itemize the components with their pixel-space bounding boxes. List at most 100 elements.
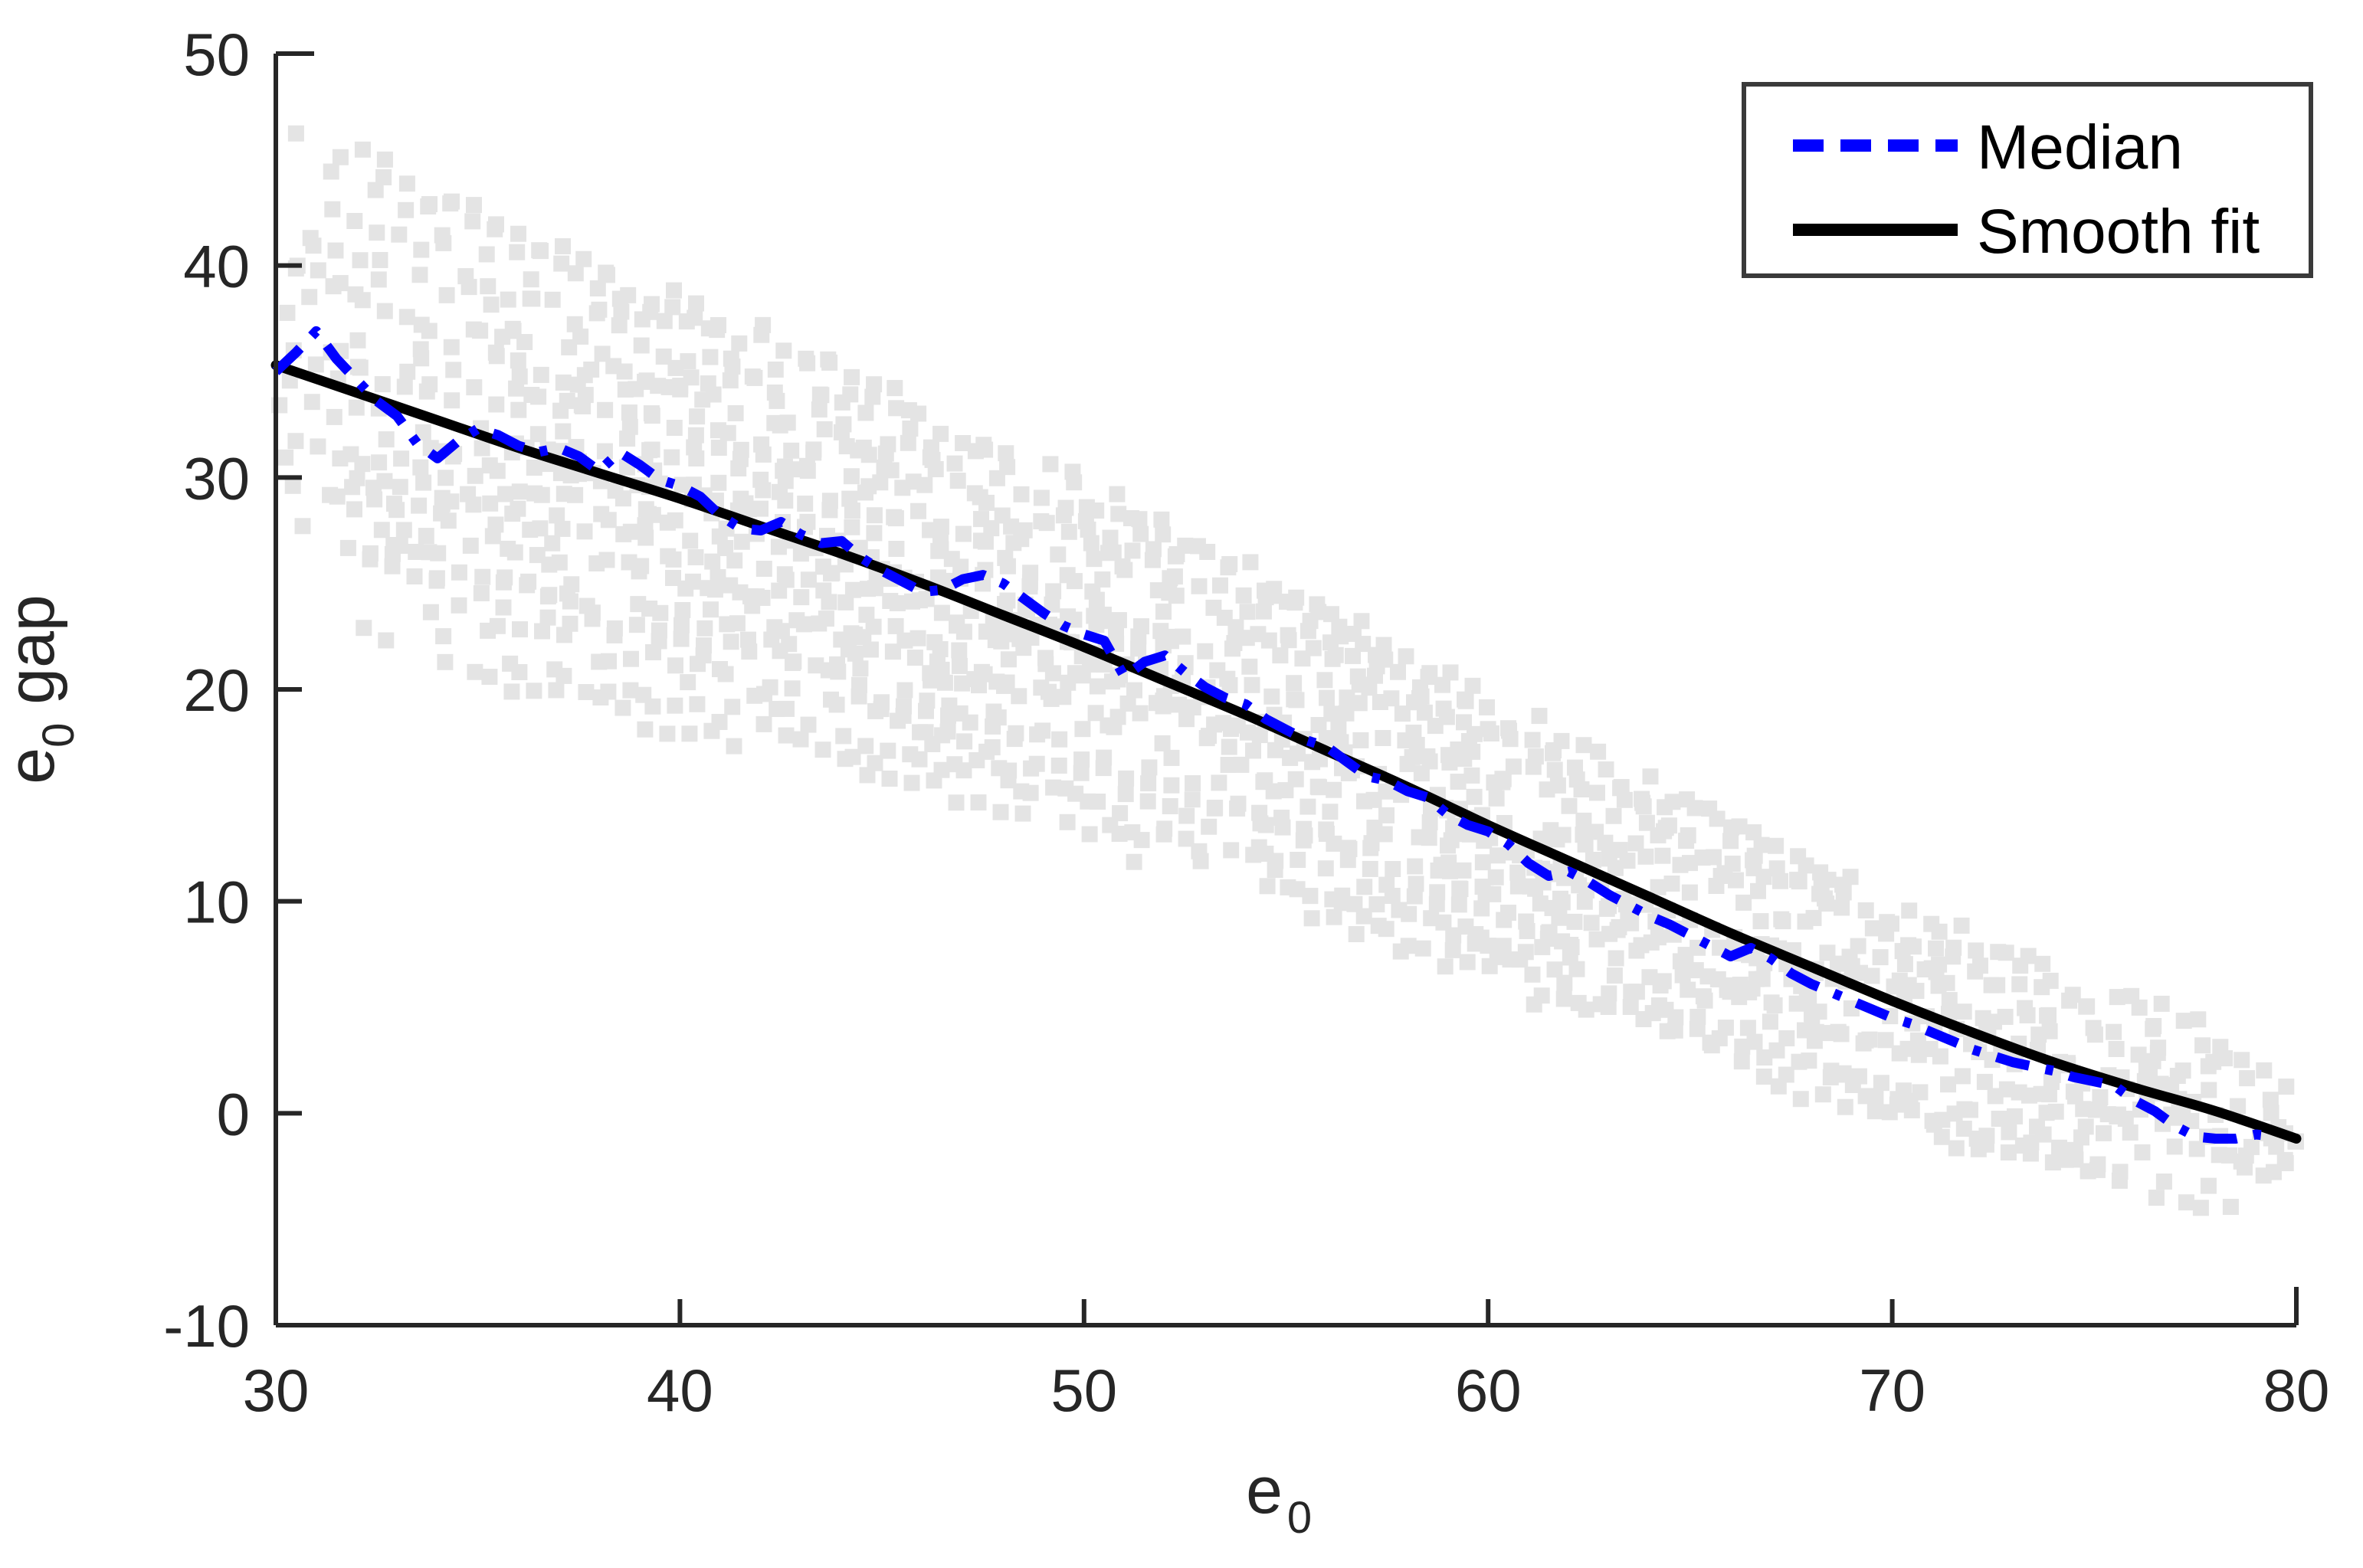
scatter-point — [1037, 650, 1054, 666]
scatter-point — [696, 620, 713, 637]
scatter-point — [376, 151, 393, 168]
scatter-point — [1266, 581, 1283, 597]
scatter-point — [726, 738, 742, 755]
scatter-point — [664, 299, 681, 316]
scatter-point — [2153, 995, 2170, 1012]
scatter-point — [990, 709, 1007, 726]
scatter-point — [637, 501, 654, 518]
scatter-point — [1850, 938, 1866, 954]
scatter-point — [2029, 1118, 2045, 1135]
scatter-point — [1955, 1003, 1972, 1020]
scatter-point — [1084, 583, 1101, 600]
scatter-point — [1060, 523, 1077, 540]
scatter-point — [1351, 676, 1368, 693]
scatter-point — [523, 271, 539, 288]
scatter-point — [1124, 542, 1141, 559]
scatter-point — [601, 653, 617, 669]
scatter-point — [2175, 1013, 2192, 1030]
scatter-point — [1088, 502, 1105, 519]
scatter-point — [1909, 1032, 1926, 1049]
scatter-point — [1013, 486, 1030, 502]
x-tick-label: 70 — [1859, 1357, 1925, 1424]
scatter-point — [2278, 1079, 2295, 1095]
scatter-point — [500, 540, 516, 557]
scatter-point — [1948, 1140, 1965, 1157]
scatter-point — [1490, 847, 1506, 864]
scatter-point — [606, 620, 623, 637]
scatter-point — [541, 587, 558, 604]
scatter-point — [1163, 777, 1180, 794]
scatter-point — [372, 252, 388, 268]
scatter-point — [1501, 722, 1517, 739]
scatter-point — [2047, 1103, 2064, 1120]
scatter-point — [659, 725, 676, 742]
scatter-point — [643, 405, 660, 422]
scatter-point — [1531, 708, 1548, 725]
scatter-point — [1034, 722, 1051, 739]
scatter-point — [1837, 1098, 1853, 1115]
scatter-point — [724, 699, 741, 715]
scatter-point — [503, 683, 520, 700]
scatter-point — [466, 379, 483, 396]
scatter-point — [478, 246, 495, 263]
chart-legend[interactable]: Median Smooth fit — [1742, 82, 2313, 278]
scatter-point — [926, 633, 943, 650]
scatter-point — [2237, 1147, 2254, 1164]
scatter-point — [526, 683, 542, 699]
scatter-point — [1457, 691, 1473, 708]
scatter-point — [348, 399, 365, 416]
scatter-point — [443, 339, 460, 355]
scatter-point — [2166, 1138, 2183, 1155]
scatter-point — [1155, 603, 1172, 620]
scatter-point — [1872, 949, 1889, 966]
scatter-point — [2122, 1124, 2138, 1141]
scatter-point — [1081, 826, 1098, 843]
scatter-point — [723, 633, 739, 650]
scatter-point — [1414, 940, 1431, 957]
scatter-point — [946, 756, 963, 773]
scatter-point — [1427, 718, 1444, 735]
scatter-point — [1274, 819, 1291, 836]
scatter-point — [2131, 999, 2148, 1016]
scatter-point — [347, 286, 364, 303]
scatter-point — [310, 262, 326, 279]
scatter-point — [1109, 486, 1126, 502]
scatter-point — [1833, 1026, 1850, 1043]
scatter-point — [1590, 743, 1607, 760]
scatter-point — [1280, 879, 1296, 895]
scatter-point — [656, 313, 673, 329]
scatter-point — [2020, 948, 2037, 964]
scatter-point — [596, 443, 613, 460]
scatter-point — [322, 486, 339, 503]
scatter-point — [1696, 992, 1713, 1009]
scatter-point — [933, 604, 950, 621]
scatter-point — [784, 680, 801, 697]
scatter-point — [1008, 725, 1024, 741]
x-tick-label: 40 — [647, 1357, 713, 1424]
scatter-point — [2108, 1041, 2125, 1057]
scatter-point — [1117, 786, 1134, 803]
scatter-point — [1007, 626, 1024, 643]
scatter-point — [1834, 899, 1850, 916]
scatter-point — [1628, 984, 1645, 1000]
scatter-point — [533, 366, 549, 383]
scatter-point — [559, 585, 575, 602]
scatter-point — [772, 483, 788, 500]
scatter-point — [1912, 1084, 1929, 1101]
scatter-point — [887, 380, 903, 397]
scatter-point — [1168, 588, 1185, 604]
scatter-point — [2064, 987, 2081, 1003]
scatter-point — [1089, 678, 1106, 695]
scatter-point — [858, 607, 875, 624]
scatter-point — [437, 653, 454, 670]
scatter-point — [838, 438, 855, 455]
scatter-point — [284, 477, 301, 494]
y-axis-title: e0 gap — [0, 594, 84, 784]
scatter-point — [1067, 785, 1084, 802]
scatter-point — [346, 213, 363, 229]
scatter-point — [1033, 513, 1050, 529]
scatter-point — [998, 674, 1015, 691]
scatter-point — [1235, 587, 1252, 604]
scatter-point — [852, 660, 869, 677]
scatter-point — [539, 609, 556, 626]
